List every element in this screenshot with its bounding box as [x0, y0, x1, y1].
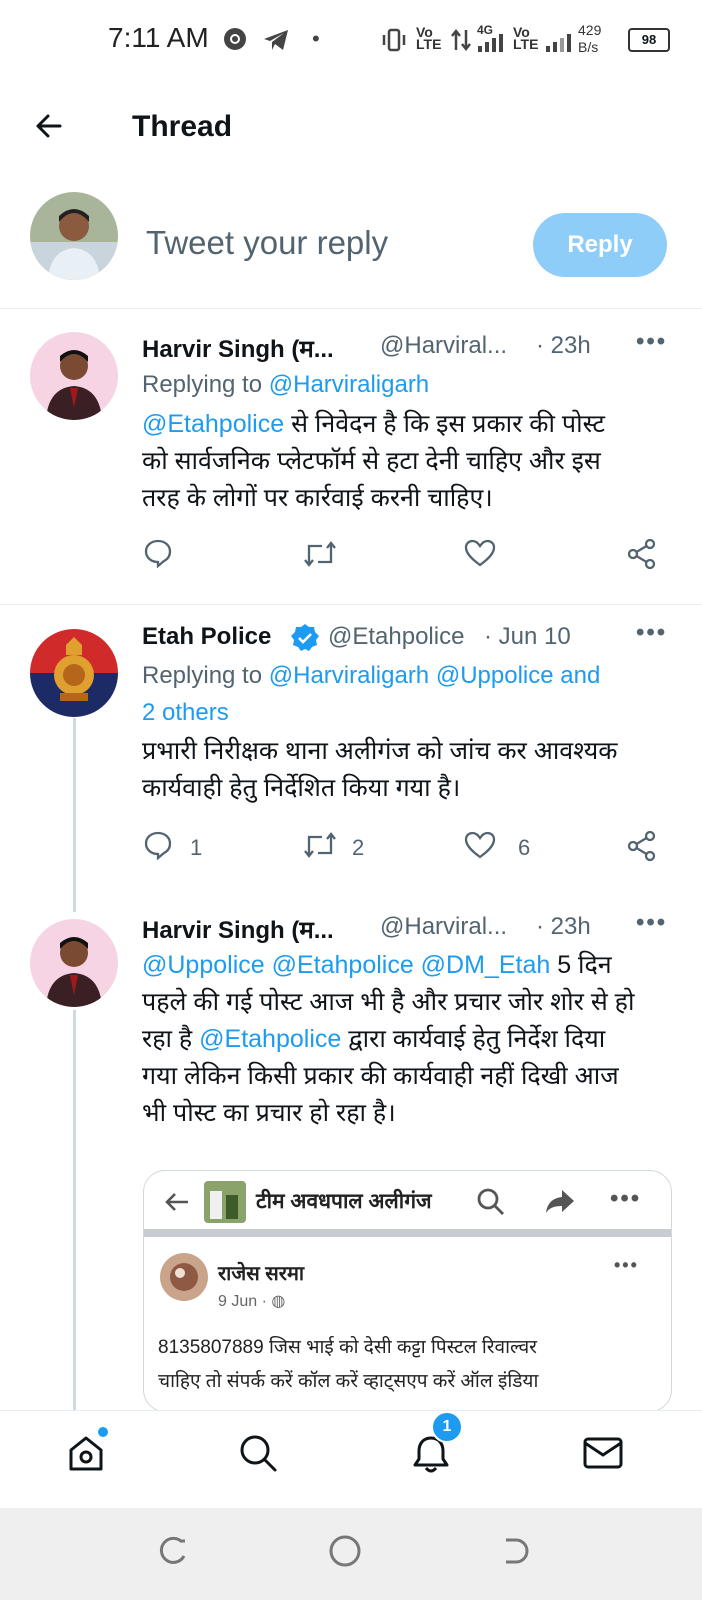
- reply-composer: Tweet your reply Reply: [0, 180, 702, 309]
- clock: 7:11 AM: [108, 22, 209, 53]
- dot-indicator: •: [312, 26, 320, 51]
- author-name[interactable]: Harvir Singh (म...: [142, 332, 334, 365]
- group-name: टीम अवधपाल अलीगंज: [256, 1190, 432, 1213]
- share-icon[interactable]: [626, 538, 658, 570]
- replying-to: Replying to @Harviraligarh @Uppolice and…: [142, 657, 682, 731]
- embed-search-icon: [477, 1188, 504, 1215]
- attached-image[interactable]: टीम अवधपाल अलीगंज ••• राजेस सरमा 9 Jun ·…: [143, 1170, 672, 1412]
- tweet-time: · Jun 10: [484, 623, 571, 650]
- more-options-icon[interactable]: •••: [636, 619, 667, 647]
- data-arrows-icon: [451, 28, 471, 52]
- poster-name: राजेस सरमा: [218, 1263, 305, 1285]
- mention-link[interactable]: @Etahpolice: [142, 410, 284, 438]
- globe-icon: ◍: [271, 1293, 286, 1310]
- thread-connector: [73, 1010, 76, 1410]
- tweet-text: @Uppolice @Etahpolice @DM_Etah 5 दिन पहल…: [142, 951, 635, 1127]
- tweet-text: @Etahpolice से निवेदन है कि इस प्रकार की…: [142, 410, 605, 512]
- share-icon[interactable]: [626, 830, 658, 862]
- mention-link[interactable]: @Harviraligarh @Uppolice and: [269, 662, 601, 689]
- author-avatar[interactable]: [30, 919, 118, 1007]
- like-icon[interactable]: [464, 538, 496, 568]
- net-speed: 429 B/s: [578, 22, 602, 55]
- search-icon[interactable]: [238, 1433, 278, 1473]
- embed-divider: [144, 1229, 671, 1237]
- status-bar: 7:11 AM • Vo LTE 4G Vo LTE 429 B/s 98: [0, 0, 702, 80]
- author-name[interactable]: Harvir Singh (म...: [142, 913, 334, 946]
- volte-2-label: Vo LTE: [513, 24, 539, 52]
- post-date: 9 Jun · ◍: [218, 1293, 286, 1310]
- telegram-icon: [264, 30, 288, 50]
- thread-connector: [73, 718, 76, 912]
- author-name[interactable]: Etah Police: [142, 623, 271, 651]
- verified-badge-icon: [291, 624, 319, 651]
- author-handle[interactable]: @Harviral...: [380, 332, 507, 360]
- system-navigation-bar: [0, 1508, 702, 1600]
- mention-link[interactable]: @Etahpolice: [199, 1025, 341, 1053]
- author-handle[interactable]: @Etahpolice: [328, 623, 464, 651]
- chrome-icon: [224, 28, 246, 50]
- back-button-icon[interactable]: [500, 1536, 530, 1566]
- reply-icon[interactable]: [143, 538, 173, 568]
- reply-button[interactable]: Reply: [533, 213, 667, 277]
- vibrate-icon: [382, 28, 406, 52]
- user-avatar[interactable]: [30, 192, 118, 280]
- author-handle[interactable]: @Harviral...: [380, 913, 507, 941]
- tweet-text: प्रभारी निरीक्षक थाना अलीगंज को जांच कर …: [142, 737, 618, 802]
- poster-avatar: [160, 1253, 208, 1301]
- reply-count: 1: [190, 835, 203, 860]
- tweet-time: · 23h: [536, 332, 591, 359]
- reply-input[interactable]: Tweet your reply: [146, 224, 388, 262]
- author-avatar[interactable]: [30, 629, 118, 717]
- tweet-2[interactable]: Etah Police @Etahpolice · Jun 10 ••• Rep…: [0, 605, 702, 895]
- post-text: 8135807889 जिस भाई को देसी कट्टा पिस्टल …: [158, 1337, 539, 1392]
- mention-links[interactable]: @Uppolice @Etahpolice @DM_Etah: [142, 951, 550, 979]
- signal-2-icon: [546, 34, 571, 52]
- retweet-icon[interactable]: [302, 831, 338, 859]
- embed-more-icon: •••: [610, 1185, 642, 1212]
- recent-apps-icon[interactable]: [158, 1536, 188, 1566]
- home-icon[interactable]: [66, 1433, 106, 1473]
- mention-link[interactable]: @Harviraligarh: [269, 371, 429, 398]
- notification-badge: 1: [431, 1411, 463, 1443]
- post-more-icon: •••: [614, 1255, 639, 1275]
- back-arrow-icon[interactable]: [30, 106, 70, 146]
- home-unread-dot: [98, 1427, 108, 1437]
- more-options-icon[interactable]: •••: [636, 328, 667, 356]
- messages-icon[interactable]: [582, 1435, 624, 1471]
- battery-indicator: 98: [628, 28, 670, 52]
- retweet-icon[interactable]: [302, 540, 338, 568]
- page-title: Thread: [132, 110, 233, 143]
- signal-1-icon: [478, 34, 503, 52]
- embed-back-arrow-icon: [165, 1193, 188, 1211]
- embed-share-arrow-icon: [546, 1190, 574, 1213]
- others-link[interactable]: 2 others: [142, 694, 682, 731]
- home-button-icon[interactable]: [328, 1534, 362, 1568]
- like-icon[interactable]: [464, 830, 496, 860]
- top-app-bar: Thread: [0, 80, 702, 180]
- reply-icon[interactable]: [143, 830, 173, 860]
- tweet-1[interactable]: Harvir Singh (म... @Harviral... · 23h ••…: [0, 308, 702, 604]
- volte-1-label: Vo LTE: [416, 24, 442, 52]
- more-options-icon[interactable]: •••: [636, 909, 667, 937]
- replying-to: Replying to @Harviraligarh: [142, 371, 430, 398]
- tweet-time: · 23h: [536, 913, 591, 940]
- author-avatar[interactable]: [30, 332, 118, 420]
- group-thumbnail: [204, 1181, 246, 1223]
- retweet-count: 2: [352, 835, 365, 860]
- like-count: 6: [518, 835, 531, 860]
- bottom-navigation: 1: [0, 1410, 702, 1509]
